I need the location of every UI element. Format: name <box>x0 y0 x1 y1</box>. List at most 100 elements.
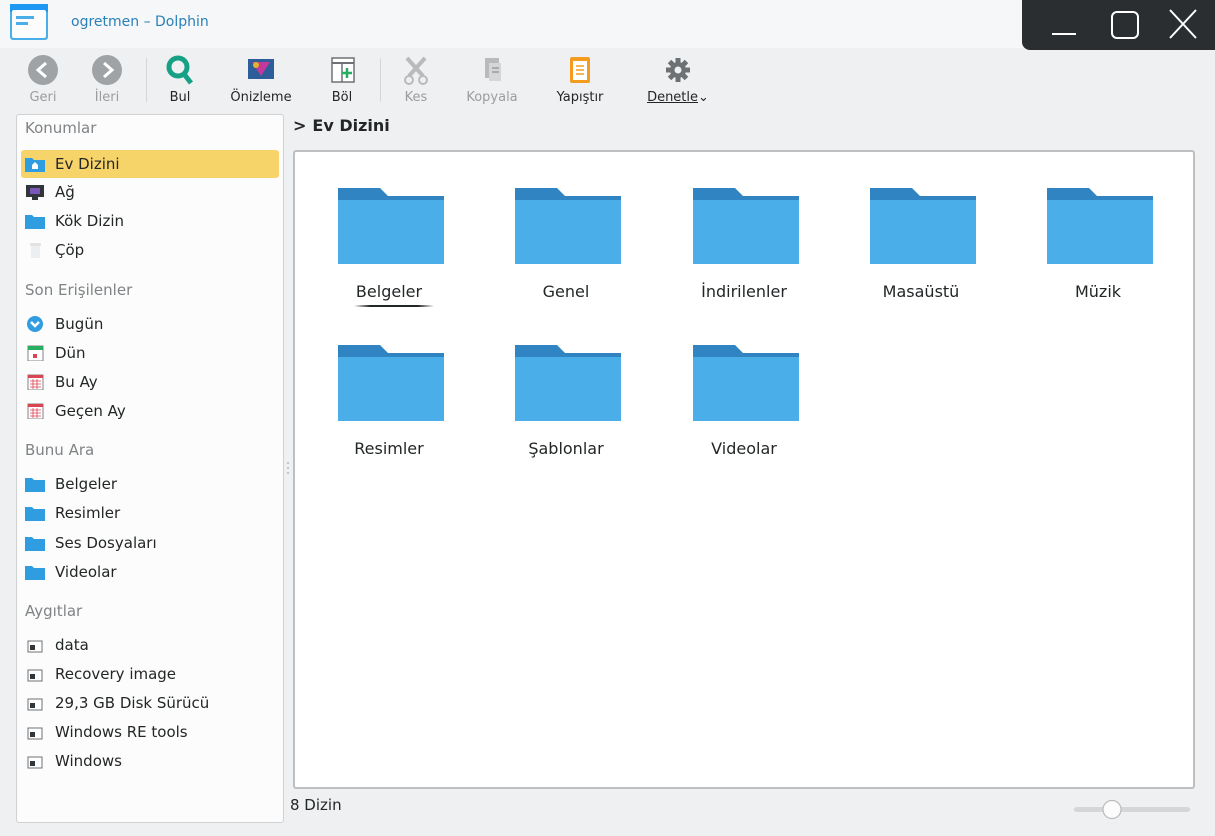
search-label: Belgeler <box>55 475 117 493</box>
folder-icon <box>25 215 45 229</box>
folder-item[interactable]: Masaüstü <box>841 152 1001 301</box>
back-label: Geri <box>29 90 57 105</box>
folder-icon <box>870 188 976 264</box>
folder-label: Videolar <box>711 439 777 458</box>
folder-item[interactable]: İndirilenler <box>664 152 824 301</box>
calendar-month-icon <box>27 374 44 390</box>
paste-label: Yapıştır <box>556 90 604 105</box>
folder-label: Resimler <box>354 439 424 458</box>
drive-icon <box>27 698 43 711</box>
calendar-day-icon <box>27 345 44 361</box>
place-label: Kök Dizin <box>55 212 124 230</box>
back-button[interactable]: Geri <box>24 54 62 112</box>
place-label: Ev Dizini <box>55 155 120 173</box>
search-icon <box>166 55 193 85</box>
cut-button[interactable]: Kes <box>398 54 434 112</box>
place-root[interactable]: Kök Dizin <box>21 207 279 235</box>
arrow-left-icon <box>28 55 58 85</box>
device-windows-re[interactable]: Windows RE tools <box>21 718 279 746</box>
breadcrumb-current: Ev Dizini <box>312 116 390 135</box>
folder-label: Belgeler <box>355 282 423 301</box>
window-title: ogretmen – Dolphin <box>71 14 209 30</box>
download-circle-icon <box>27 316 43 332</box>
chevron-down-icon: ⌄ <box>698 90 709 105</box>
folder-item[interactable]: Şablonlar <box>486 309 646 458</box>
place-trash[interactable]: Çöp <box>21 236 279 264</box>
recent-label: Bugün <box>55 315 104 333</box>
folder-label: Şablonlar <box>528 439 604 458</box>
toolbar-separator <box>380 58 381 102</box>
maximize-button[interactable] <box>1092 0 1152 50</box>
minimize-button[interactable] <box>1032 0 1092 50</box>
folder-icon <box>693 345 799 421</box>
recent-label: Geçen Ay <box>55 402 126 420</box>
folder-item[interactable]: Müzik <box>1018 152 1178 301</box>
forward-button[interactable]: İleri <box>86 54 128 112</box>
split-label: Böl <box>331 90 353 105</box>
section-recent: Son Erişilenler <box>25 281 133 299</box>
places-panel: Konumlar Ev Dizini Ağ Kök Dizin Çöp Son … <box>16 114 284 823</box>
folder-label: Müzik <box>1074 282 1122 301</box>
scissors-icon <box>404 56 428 85</box>
search-label: Resimler <box>55 504 121 522</box>
chevron-right-icon: > <box>293 116 307 135</box>
clipboard-icon <box>570 57 590 83</box>
recent-label: Dün <box>55 344 86 362</box>
folder-item[interactable]: Resimler <box>309 309 469 458</box>
dolphin-app-icon <box>10 4 48 40</box>
recent-today[interactable]: Bugün <box>21 310 279 338</box>
place-network[interactable]: Ağ <box>21 178 279 206</box>
folder-icon <box>25 478 45 492</box>
title-bar: ogretmen – Dolphin <box>0 0 1215 50</box>
close-button[interactable] <box>1152 0 1212 50</box>
folder-icon <box>338 345 444 421</box>
section-devices: Aygıtlar <box>25 602 83 620</box>
drive-icon <box>27 669 43 682</box>
device-label: 29,3 GB Disk Sürücü <box>55 694 210 712</box>
device-disk[interactable]: 29,3 GB Disk Sürücü <box>21 689 279 717</box>
recent-yesterday[interactable]: Dün <box>21 339 279 367</box>
copy-label: Kopyala <box>466 90 518 105</box>
folder-icon <box>515 345 621 421</box>
drive-icon <box>27 727 43 740</box>
copy-icon <box>485 58 501 81</box>
device-data[interactable]: data <box>21 631 279 659</box>
device-windows[interactable]: Windows <box>21 747 279 775</box>
section-places: Konumlar <box>25 119 97 137</box>
recent-this-month[interactable]: Bu Ay <box>21 368 279 396</box>
device-recovery[interactable]: Recovery image <box>21 660 279 688</box>
search-documents[interactable]: Belgeler <box>21 470 279 498</box>
folder-item[interactable]: Belgeler <box>309 152 469 307</box>
window-controls <box>1022 0 1215 50</box>
control-menu-button[interactable]: Denetle⌄ <box>638 54 718 112</box>
folder-view[interactable]: Belgeler Genel İndirilenler Masaüstü Müz… <box>293 150 1195 789</box>
folder-item[interactable]: Genel <box>486 152 646 301</box>
folder-icon <box>25 537 45 551</box>
device-label: data <box>55 636 89 654</box>
copy-button[interactable]: Kopyala <box>458 54 526 112</box>
preview-button[interactable]: Önizleme <box>220 54 302 112</box>
search-images[interactable]: Resimler <box>21 499 279 527</box>
paste-button[interactable]: Yapıştır <box>546 54 614 112</box>
status-text: 8 Dizin <box>290 796 342 814</box>
folder-icon <box>515 188 621 264</box>
folder-icon <box>25 566 45 580</box>
calendar-month-icon <box>27 403 44 419</box>
place-home[interactable]: Ev Dizini <box>21 150 279 178</box>
search-label: Ses Dosyaları <box>55 534 157 552</box>
folder-item[interactable]: Videolar <box>664 309 824 458</box>
split-button[interactable]: Böl <box>322 54 362 112</box>
find-label: Bul <box>169 90 191 105</box>
panel-splitter[interactable] <box>286 460 290 476</box>
find-button[interactable]: Bul <box>160 54 200 112</box>
zoom-slider[interactable] <box>1074 798 1190 820</box>
breadcrumb[interactable]: > Ev Dizini <box>293 116 390 135</box>
split-view-icon <box>331 57 355 83</box>
recent-last-month[interactable]: Geçen Ay <box>21 397 279 425</box>
preview-label: Önizleme <box>230 90 292 105</box>
section-search: Bunu Ara <box>25 441 95 459</box>
search-videos[interactable]: Videolar <box>21 558 279 586</box>
search-label: Videolar <box>55 563 117 581</box>
gear-icon <box>666 58 690 82</box>
search-audio[interactable]: Ses Dosyaları <box>21 529 279 557</box>
